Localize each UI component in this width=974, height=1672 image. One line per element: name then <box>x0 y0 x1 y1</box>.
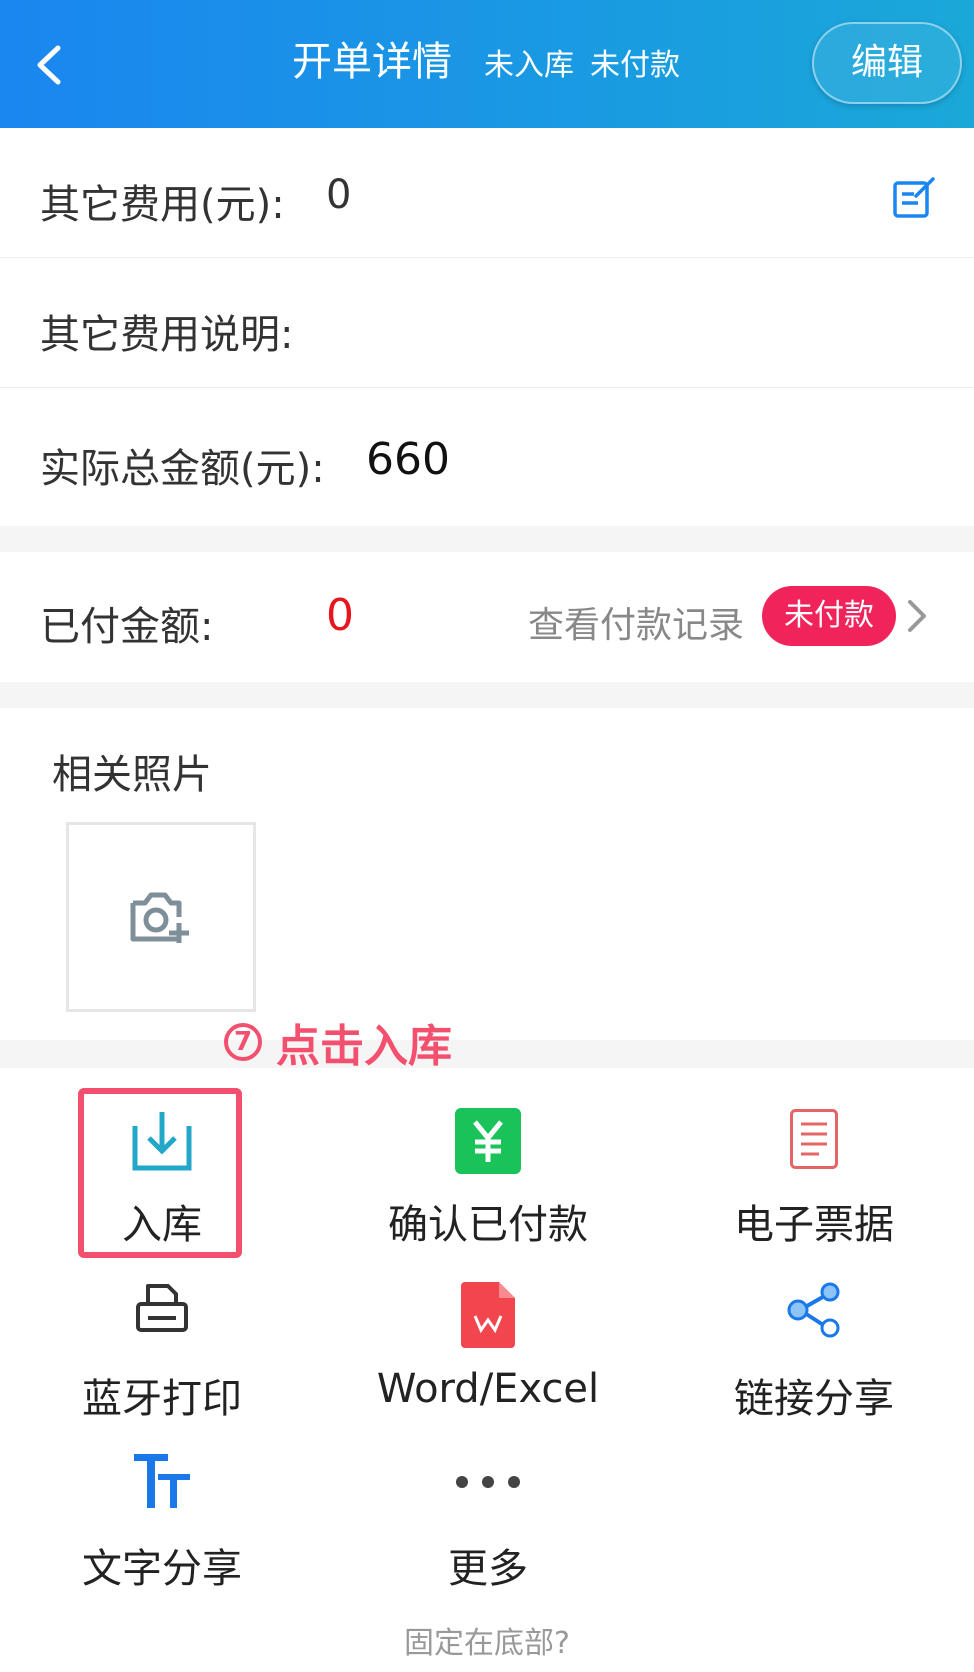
action-label: 电子票据 <box>734 1202 894 1248</box>
instruction-text: 点击入库 <box>276 1021 452 1072</box>
printer-icon <box>136 1284 188 1332</box>
other-fee-label: 其它费用(元): <box>40 182 285 228</box>
action-link-share[interactable]: 链接分享 <box>684 1282 944 1442</box>
stock-status: 未入库 <box>484 48 574 83</box>
chevron-right-icon[interactable] <box>904 598 930 634</box>
total-value: 660 <box>366 434 450 485</box>
top-bar: 开单详情 未入库 未付款 编辑 <box>0 0 974 128</box>
back-arrow-icon[interactable] <box>30 42 70 88</box>
other-fee-value: 0 <box>326 172 352 218</box>
total-label: 实际总金额(元): <box>40 446 325 492</box>
action-word-excel[interactable]: Word/Excel <box>358 1282 618 1442</box>
payment-status: 未付款 <box>590 48 680 83</box>
other-fee-row: 其它费用(元): 0 <box>0 128 974 258</box>
receipt-icon <box>790 1109 838 1169</box>
wps-icon <box>461 1282 515 1348</box>
action-label: 更多 <box>448 1546 528 1592</box>
view-payment-records-link[interactable]: 查看付款记录 <box>528 596 744 648</box>
yuan-icon <box>455 1108 521 1174</box>
paid-label: 已付金额: <box>40 604 214 650</box>
total-row: 实际总金额(元): 660 <box>0 388 974 526</box>
text-icon <box>134 1454 190 1508</box>
page-title: 开单详情 <box>292 39 452 85</box>
instruction-annotation: 7 点击入库 <box>224 1010 452 1074</box>
action-label: Word/Excel <box>376 1366 600 1412</box>
other-fee-desc-row: 其它费用说明: <box>0 258 974 388</box>
more-icon <box>456 1476 520 1488</box>
pin-to-bottom-link[interactable]: 固定在底部? <box>0 1618 974 1662</box>
action-more[interactable]: 更多 <box>358 1452 618 1612</box>
action-label: 蓝牙打印 <box>82 1376 242 1422</box>
action-e-receipt[interactable]: 电子票据 <box>684 1108 944 1268</box>
photos-label: 相关照片 <box>52 752 212 798</box>
share-icon <box>787 1282 840 1338</box>
unpaid-badge: 未付款 <box>762 586 896 646</box>
add-photo-button[interactable] <box>66 822 256 1012</box>
action-confirm-paid[interactable]: 确认已付款 <box>358 1108 618 1268</box>
step-number: 7 <box>224 1023 262 1061</box>
action-label: 文字分享 <box>82 1546 242 1592</box>
action-label: 链接分享 <box>734 1376 894 1422</box>
edit-icon[interactable] <box>892 176 936 220</box>
paid-value: 0 <box>326 590 354 641</box>
action-label: 确认已付款 <box>388 1202 588 1248</box>
action-bluetooth-print[interactable]: 蓝牙打印 <box>32 1282 292 1442</box>
highlight-box <box>78 1088 242 1258</box>
other-fee-desc-label: 其它费用说明: <box>40 312 294 358</box>
edit-button[interactable]: 编辑 <box>812 22 962 104</box>
action-text-share[interactable]: 文字分享 <box>32 1452 292 1612</box>
camera-add-icon <box>130 892 189 943</box>
